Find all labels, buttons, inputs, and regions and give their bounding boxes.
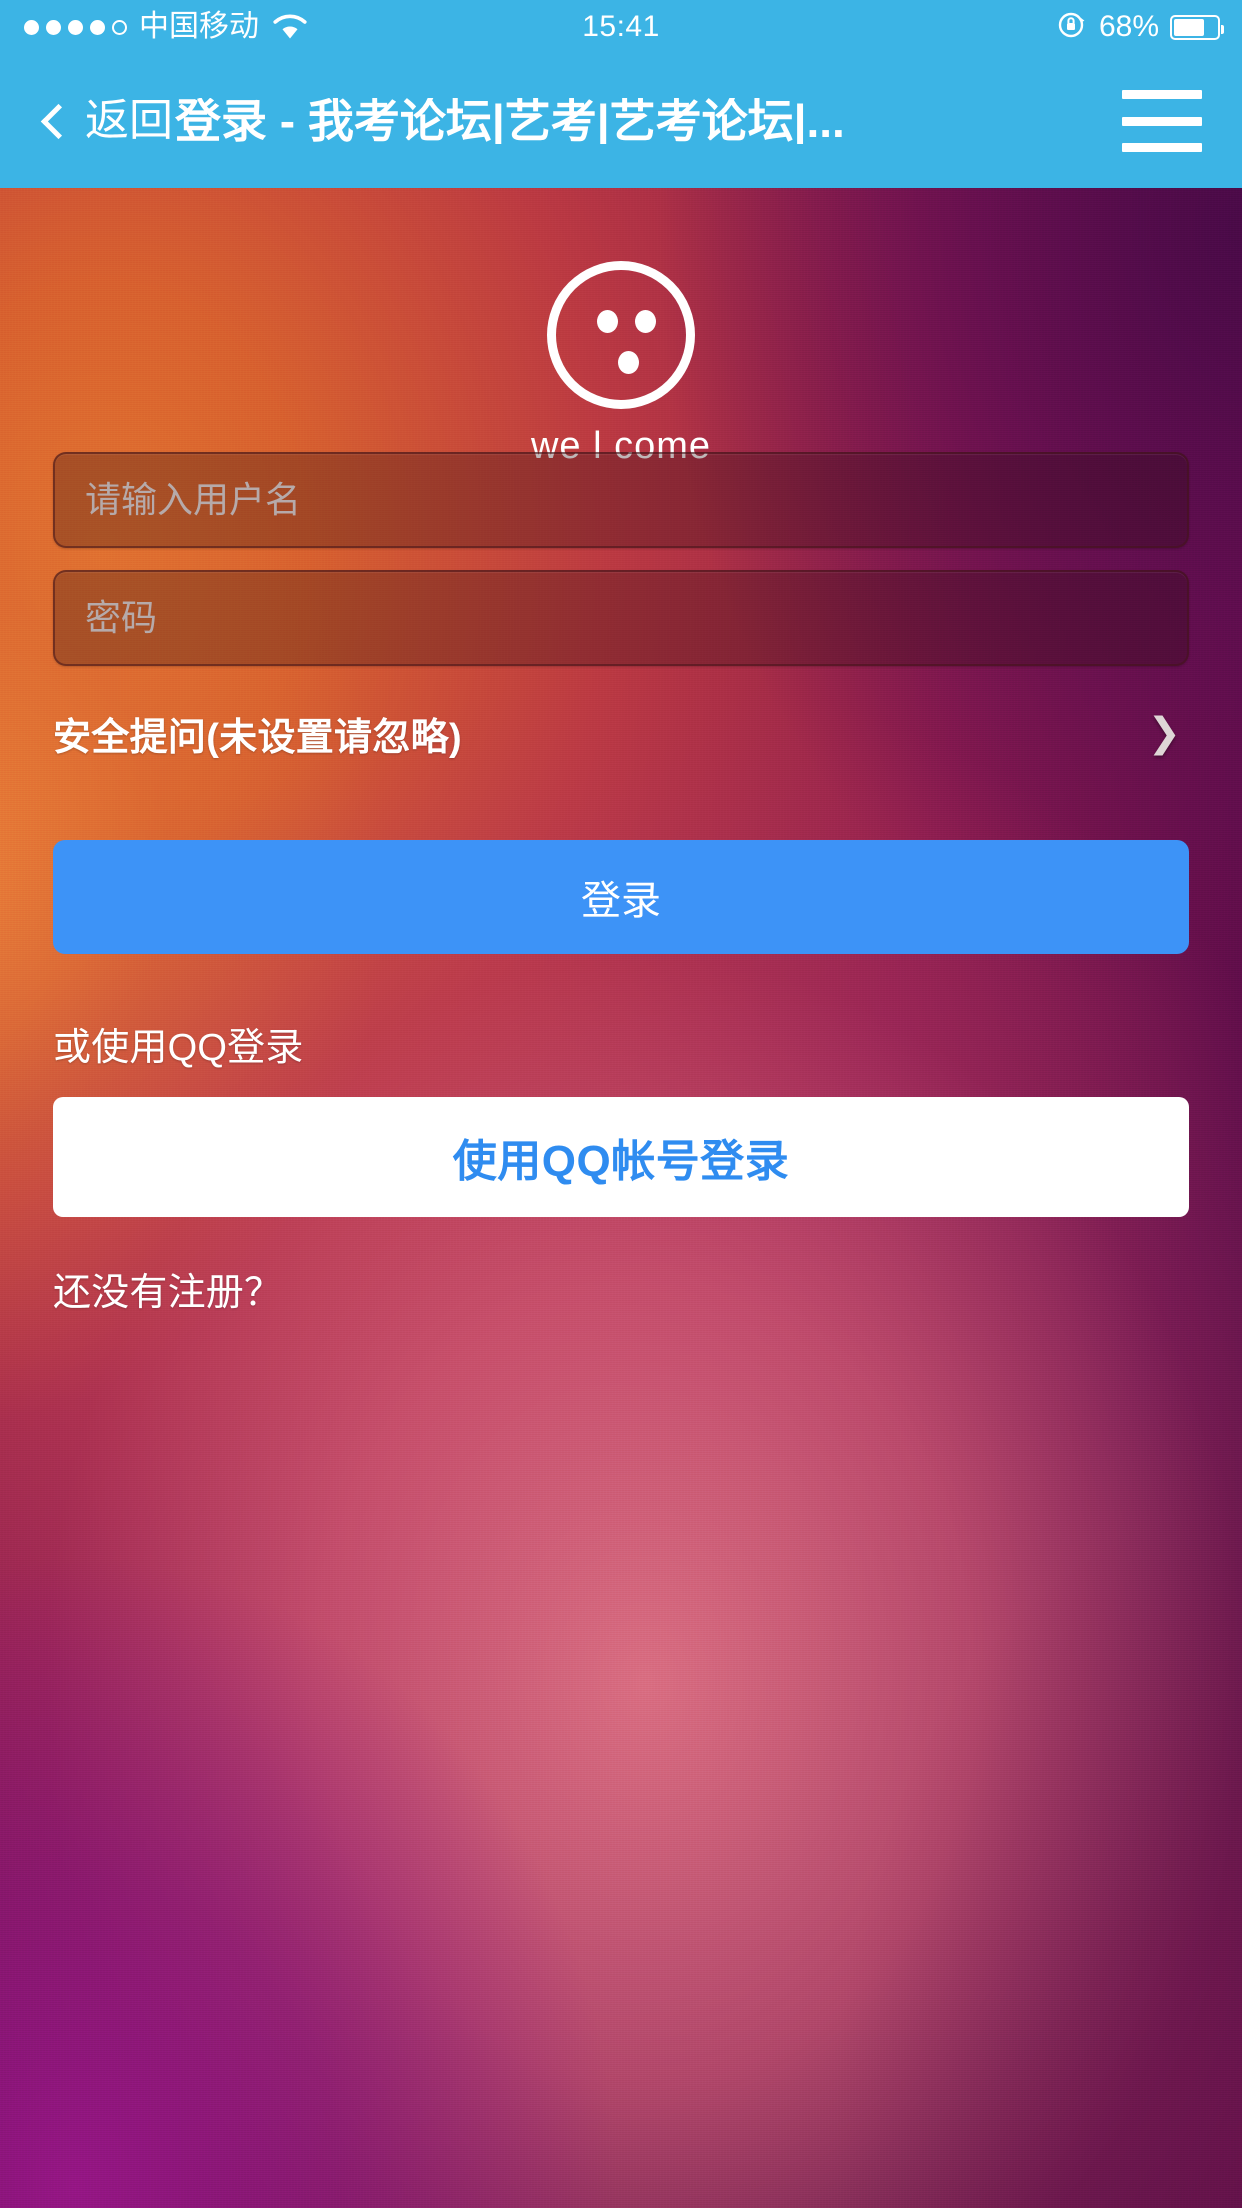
- login-form: 安全提问(未设置请忽略) ❯ 登录 或使用QQ登录 使用QQ帐号登录 还没有注册…: [53, 452, 1189, 1316]
- back-button-label: 返回: [85, 96, 173, 145]
- battery-fill: [1174, 18, 1204, 36]
- register-link[interactable]: 还没有注册？: [53, 1261, 282, 1316]
- security-question-row[interactable]: 安全提问(未设置请忽略) ❯: [53, 700, 1189, 766]
- bowling-hole-bottom: [618, 351, 639, 374]
- back-button[interactable]: 返回: [0, 99, 173, 143]
- hamburger-bar-2: [1122, 116, 1202, 126]
- password-input[interactable]: [55, 572, 1187, 664]
- navigation-bar: 返回 登录 - 我考论坛|艺考|艺考论坛|...: [0, 54, 1242, 188]
- page-title: 登录 - 我考论坛|艺考|艺考论坛|...: [175, 98, 845, 144]
- bowling-ball-icon: [547, 261, 695, 409]
- battery-icon: [1170, 14, 1224, 40]
- qq-login-hint: 或使用QQ登录: [53, 1027, 304, 1069]
- hamburger-bar-1: [1122, 90, 1202, 99]
- rotation-lock-icon: [1056, 9, 1088, 46]
- chevron-left-icon: [40, 103, 77, 139]
- bowling-hole-left: [597, 310, 618, 333]
- security-question-label: 安全提问(未设置请忽略): [53, 716, 462, 759]
- battery-percent-label: 68%: [1098, 10, 1159, 43]
- login-button[interactable]: 登录: [53, 840, 1189, 954]
- login-page-content: we l come 安全提问(未设置请忽略) ❯ 登录 或使用QQ登录 使用QQ…: [0, 188, 1242, 2208]
- phone-screen: 中国移动 15:41 68% 返回 登录 - 我考论坛|艺考|艺考论坛|... …: [0, 0, 1242, 2208]
- chevron-right-icon: ❯: [1147, 711, 1181, 755]
- qq-login-button[interactable]: 使用QQ帐号登录: [53, 1097, 1189, 1217]
- password-field[interactable]: [53, 570, 1189, 666]
- logo-block: we l come: [0, 261, 1242, 468]
- bowling-hole-right: [635, 310, 656, 333]
- status-bar-right: 68%: [1056, 9, 1224, 46]
- hamburger-menu-icon[interactable]: [1122, 90, 1202, 152]
- username-input[interactable]: [55, 454, 1187, 546]
- username-field[interactable]: [53, 452, 1189, 548]
- hamburger-bar-3: [1122, 143, 1202, 152]
- status-bar: 中国移动 15:41 68%: [0, 0, 1242, 54]
